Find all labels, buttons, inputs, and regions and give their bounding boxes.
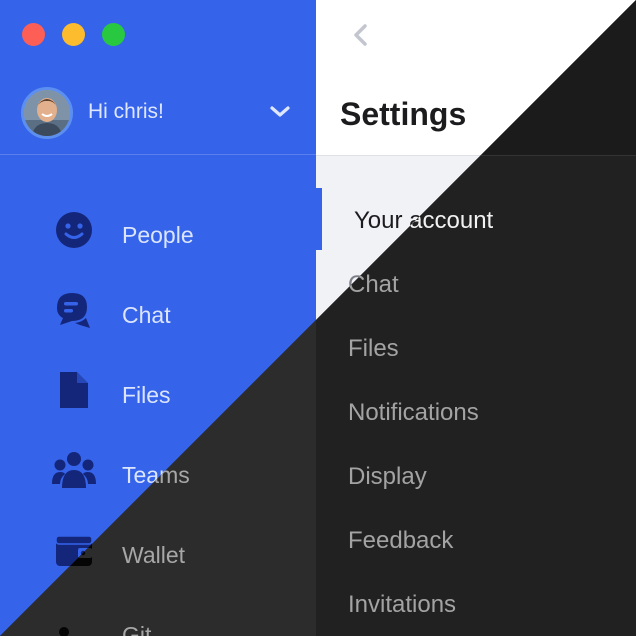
settings-item-files[interactable]: Files	[348, 335, 399, 363]
sidebar-item-label: Files	[122, 382, 171, 408]
settings-item-notifications[interactable]: Notifications	[348, 399, 479, 427]
page-title: Settings	[340, 96, 467, 132]
settings-item-display[interactable]: Display	[348, 463, 427, 491]
user-menu[interactable]: Hi chris!	[0, 0, 316, 155]
sidebar-item-label: Git	[122, 622, 152, 636]
teams-icon	[52, 450, 96, 490]
chat-icon	[52, 290, 96, 330]
back-chevron-icon[interactable]	[346, 20, 376, 50]
sidebar-item-label: Wallet	[122, 542, 186, 568]
sidebar-item-people[interactable]: People	[0, 198, 316, 258]
people-icon	[52, 210, 96, 250]
user-greeting: Hi chris!	[88, 100, 164, 123]
sidebar-item-label: People	[122, 222, 194, 248]
chevron-down-icon[interactable]	[268, 100, 292, 124]
sidebar-item-git[interactable]: Git	[0, 598, 316, 636]
active-item-indicator	[316, 188, 322, 250]
settings-item-invitations[interactable]: Invitations	[348, 591, 456, 619]
git-icon	[52, 610, 96, 636]
sidebar-item-label: Chat	[122, 302, 171, 328]
file-icon	[52, 370, 96, 410]
avatar[interactable]	[21, 87, 73, 139]
settings-item-feedback[interactable]: Feedback	[348, 527, 453, 555]
sidebar-item-chat[interactable]: Chat	[0, 278, 316, 338]
